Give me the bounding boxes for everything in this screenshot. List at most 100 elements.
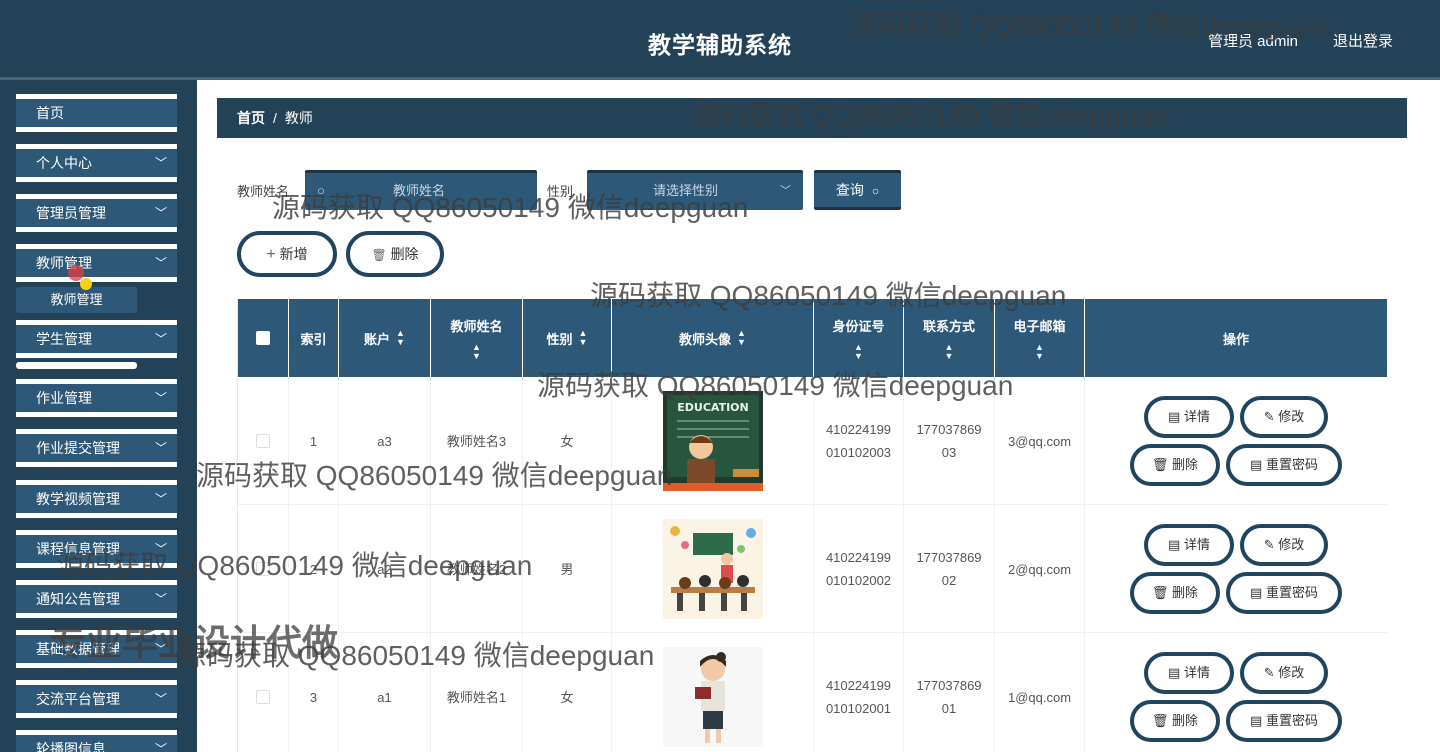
sidebar: 首页 个人中心 ﹀ 管理员管理 ﹀ 教师管理 ﹀ 教师管理 学生管理 ﹀ 作业管理 ﹀ 作… — [0, 80, 197, 752]
cell-account: a2 — [339, 505, 431, 633]
reset-password-button[interactable]: ▤ 重置密码 — [1226, 700, 1342, 742]
gender-select[interactable]: 请选择性别 ﹀ — [587, 170, 803, 210]
sidebar-item-label: 作业提交管理 — [36, 440, 120, 456]
cell-gender: 女 — [523, 377, 612, 505]
chevron-down-icon: ﹀ — [154, 391, 167, 405]
cell-id-card: 410224199010102001 — [814, 633, 904, 752]
sidebar-item-label: 教师管理 — [36, 255, 92, 271]
row-checkbox[interactable] — [256, 434, 270, 448]
cell-index: 2 — [289, 505, 339, 633]
chevron-down-icon: ﹀ — [154, 206, 167, 220]
sidebar-item-label: 教学视频管理 — [36, 491, 120, 507]
cell-gender: 男 — [523, 505, 612, 633]
sort-icon[interactable]: ▲ ▼ — [579, 329, 588, 347]
trash-icon: 🗑 — [1151, 713, 1173, 728]
column-header-phone[interactable]: 联系方式 ▲ ▼ — [904, 299, 995, 377]
select-all-checkbox[interactable] — [256, 331, 270, 345]
query-button-label: 查询 — [835, 182, 864, 198]
name-search-input[interactable]: ○ 教师姓名 — [305, 170, 537, 210]
cell-id-card: 410224199010102002 — [814, 505, 904, 633]
document-icon: ▤ — [1250, 713, 1266, 728]
sidebar-item-course[interactable]: 课程信息管理 ﹀ — [16, 530, 177, 568]
document-icon: ▤ — [1250, 457, 1266, 472]
name-search-label: 教师姓名 — [237, 184, 290, 199]
add-button-label: 新增 — [279, 246, 308, 262]
search-icon: ○ — [317, 183, 325, 198]
row-checkbox[interactable] — [256, 562, 270, 576]
cell-id-card: 410224199010102003 — [814, 377, 904, 505]
chevron-down-icon: ﹀ — [154, 692, 167, 706]
query-button[interactable]: 查询 ○ — [814, 170, 901, 210]
add-button[interactable]: + 新增 — [237, 231, 337, 277]
chevron-down-icon: ﹀ — [154, 642, 167, 656]
search-icon: ○ — [871, 184, 880, 198]
sidebar-item-forum[interactable]: 交流平台管理 ﹀ — [16, 680, 177, 718]
sidebar-item-base-data[interactable]: 基础数据管理 ﹀ — [16, 630, 177, 668]
sidebar-item-home[interactable]: 首页 — [16, 94, 177, 132]
row-checkbox[interactable] — [256, 690, 270, 704]
sidebar-item-homework[interactable]: 作业管理 ﹀ — [16, 379, 177, 417]
cell-name: 教师姓名1 — [431, 633, 523, 752]
svg-text:EDUCATION: EDUCATION — [677, 401, 748, 414]
breadcrumb: 首页 / 教师 — [217, 98, 1407, 138]
edit-button[interactable]: ✎ 修改 — [1240, 396, 1328, 438]
cell-account: a3 — [339, 377, 431, 505]
gender-select-placeholder: 请选择性别 — [653, 183, 719, 198]
sidebar-subitem-teacher[interactable]: 教师管理 — [16, 287, 137, 313]
logout-link[interactable]: 退出登录 — [1333, 30, 1393, 51]
cell-name: 教师姓名2 — [431, 505, 523, 633]
select-all-header[interactable] — [238, 299, 289, 377]
plus-icon: + — [266, 246, 276, 263]
sort-icon[interactable]: ▲ ▼ — [1035, 342, 1044, 361]
column-header-name[interactable]: 教师姓名 ▲ ▼ — [431, 299, 523, 377]
breadcrumb-home[interactable]: 首页 — [237, 110, 265, 126]
batch-delete-button-label: 删除 — [390, 246, 419, 262]
cell-account: a1 — [339, 633, 431, 752]
detail-button[interactable]: ▤ 详情 — [1144, 396, 1234, 438]
cell-email: 1@qq.com — [995, 633, 1085, 752]
sidebar-item-student[interactable]: 学生管理 ﹀ — [16, 320, 177, 358]
sort-icon[interactable]: ▲ ▼ — [854, 342, 863, 361]
teacher-avatar-image — [662, 519, 763, 619]
sidebar-item-homework-submit[interactable]: 作业提交管理 ﹀ — [16, 429, 177, 467]
edit-button[interactable]: ✎ 修改 — [1240, 524, 1328, 566]
delete-button[interactable]: 🗑 删除 — [1130, 444, 1220, 486]
sidebar-item-notice[interactable]: 通知公告管理 ﹀ — [16, 580, 177, 618]
column-header-gender[interactable]: 性别 ▲ ▼ — [523, 299, 612, 377]
sort-icon[interactable]: ▲ ▼ — [945, 342, 954, 361]
sidebar-item-video[interactable]: 教学视频管理 ﹀ — [16, 480, 177, 518]
sidebar-item-label: 交流平台管理 — [36, 691, 120, 707]
sort-icon[interactable]: ▲ ▼ — [737, 329, 746, 347]
sidebar-item-label: 作业管理 — [36, 390, 92, 406]
sort-icon[interactable]: ▲ ▼ — [472, 342, 481, 361]
column-header-avatar[interactable]: 教师头像 ▲ ▼ — [612, 299, 814, 377]
edit-button[interactable]: ✎ 修改 — [1240, 652, 1328, 694]
reset-password-button[interactable]: ▤ 重置密码 — [1226, 444, 1342, 486]
column-header-id-card[interactable]: 身份证号 ▲ ▼ — [814, 299, 904, 377]
cell-email: 3@qq.com — [995, 377, 1085, 505]
cell-name: 教师姓名3 — [431, 377, 523, 505]
sidebar-item-carousel[interactable]: 轮播图信息 ﹀ — [16, 730, 177, 752]
cell-avatar: EDUCATION — [612, 377, 814, 505]
sidebar-item-profile[interactable]: 个人中心 ﹀ — [16, 144, 177, 182]
sidebar-item-label: 个人中心 — [36, 155, 92, 171]
delete-button[interactable]: 🗑 删除 — [1130, 700, 1220, 742]
batch-delete-button[interactable]: 🗑 删除 — [346, 231, 444, 277]
cell-phone: 17703786901 — [904, 633, 995, 752]
row-checkbox-cell — [238, 505, 289, 633]
detail-button[interactable]: ▤ 详情 — [1144, 524, 1234, 566]
sidebar-item-admin[interactable]: 管理员管理 ﹀ — [16, 194, 177, 232]
column-header-account[interactable]: 账户 ▲ ▼ — [339, 299, 431, 377]
sort-icon[interactable]: ▲ ▼ — [396, 329, 405, 347]
pencil-icon: ✎ — [1263, 537, 1279, 552]
pencil-icon: ✎ — [1263, 665, 1279, 680]
sidebar-item-teacher[interactable]: 教师管理 ﹀ — [16, 244, 177, 282]
document-icon: ▤ — [1168, 409, 1184, 424]
cell-phone: 17703786903 — [904, 377, 995, 505]
chevron-down-icon: ﹀ — [154, 256, 167, 270]
column-header-email[interactable]: 电子邮箱 ▲ ▼ — [995, 299, 1085, 377]
reset-password-button[interactable]: ▤ 重置密码 — [1226, 572, 1342, 614]
detail-button[interactable]: ▤ 详情 — [1144, 652, 1234, 694]
delete-button[interactable]: 🗑 删除 — [1130, 572, 1220, 614]
table-row: 1 a3 教师姓名3 女 EDUCATION 41022419901010200… — [238, 377, 1387, 505]
